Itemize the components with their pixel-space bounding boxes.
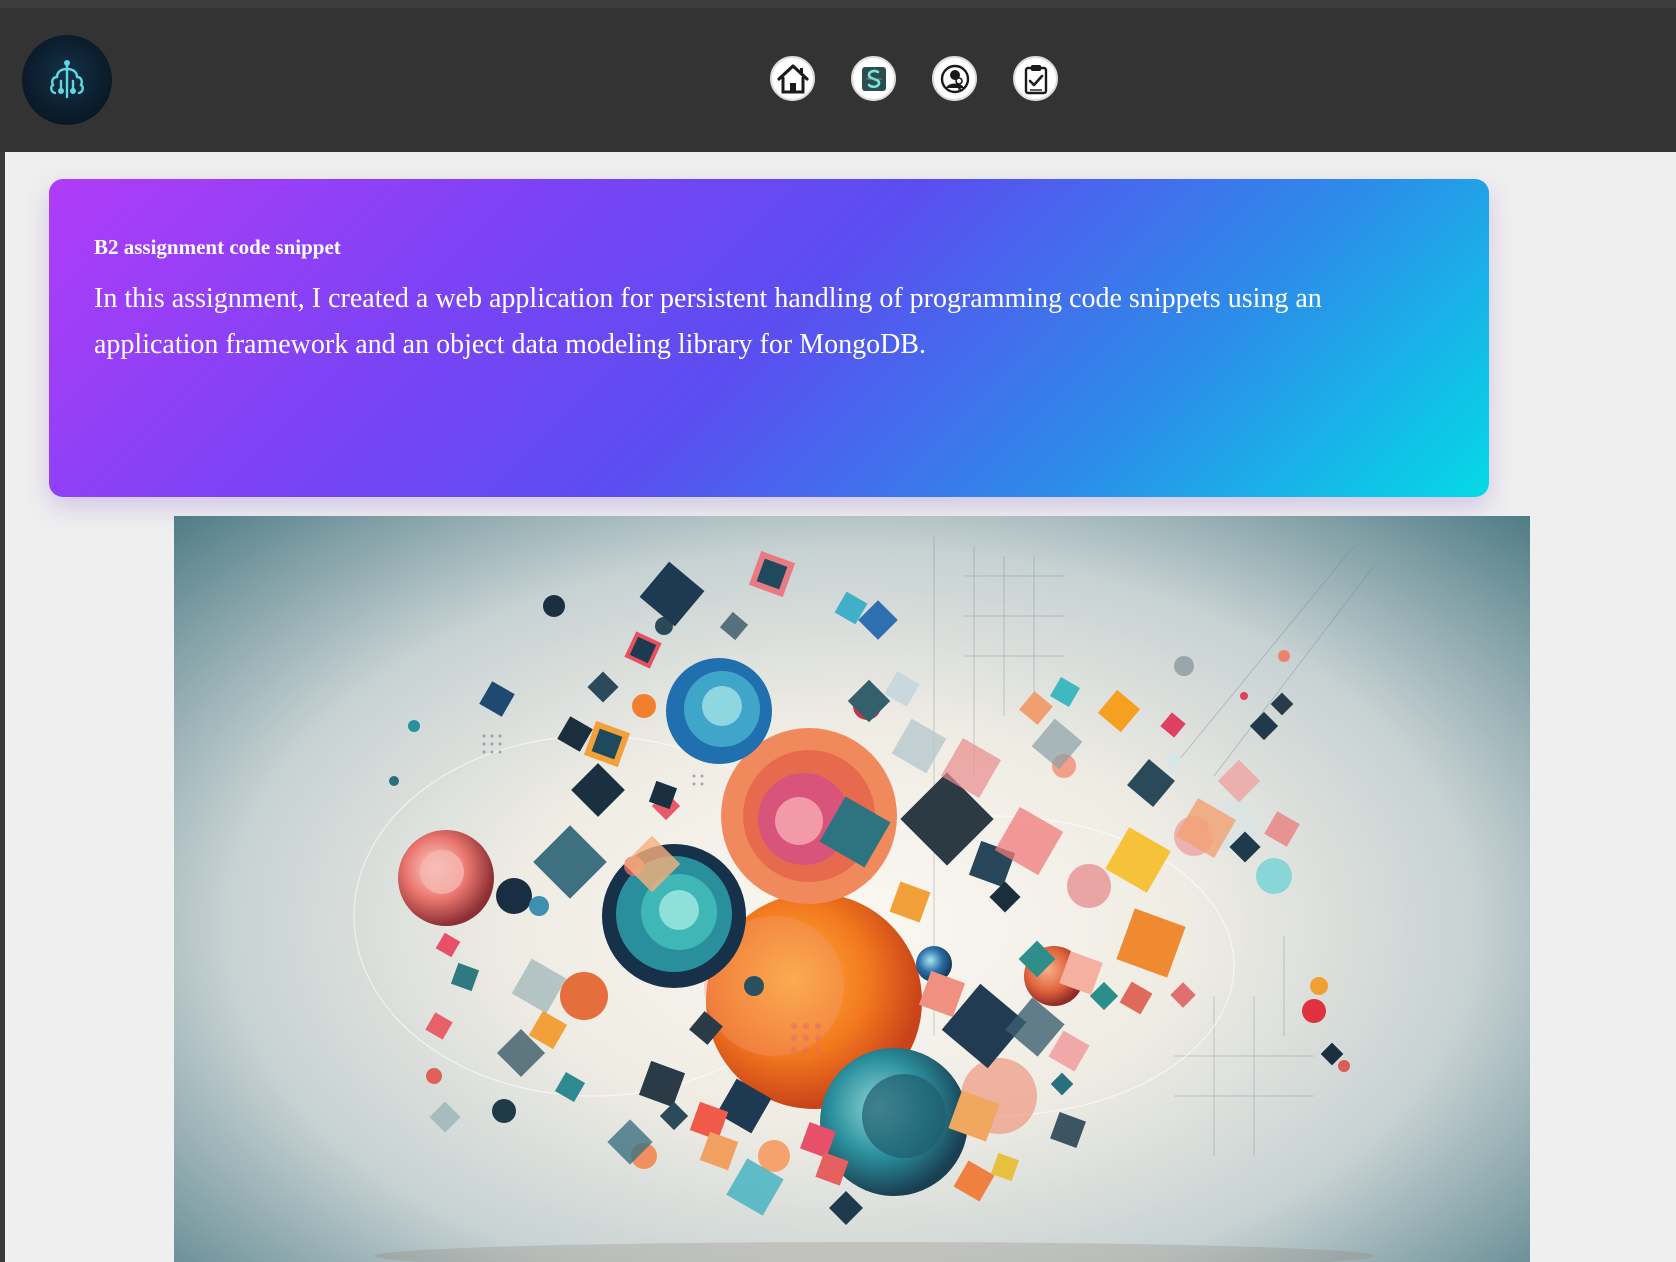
brain-circuit-logo-icon[interactable] [22, 35, 112, 125]
top-navigation-bar [0, 0, 1676, 152]
abstract-geometric-art-image [174, 516, 1530, 1262]
home-icon[interactable] [770, 56, 815, 101]
clipboard-check-icon[interactable] [1013, 56, 1058, 101]
main-content: B2 assignment code snippet In this assig… [5, 152, 1676, 1262]
assignment-info-card: B2 assignment code snippet In this assig… [49, 179, 1489, 497]
app-window: B2 assignment code snippet In this assig… [0, 0, 1676, 1262]
user-key-icon[interactable] [932, 56, 977, 101]
card-title: B2 assignment code snippet [94, 235, 341, 259]
snippet-logo-icon[interactable] [851, 56, 896, 101]
card-description: In this assignment, I created a web appl… [94, 283, 1322, 360]
main-nav [770, 56, 1058, 101]
